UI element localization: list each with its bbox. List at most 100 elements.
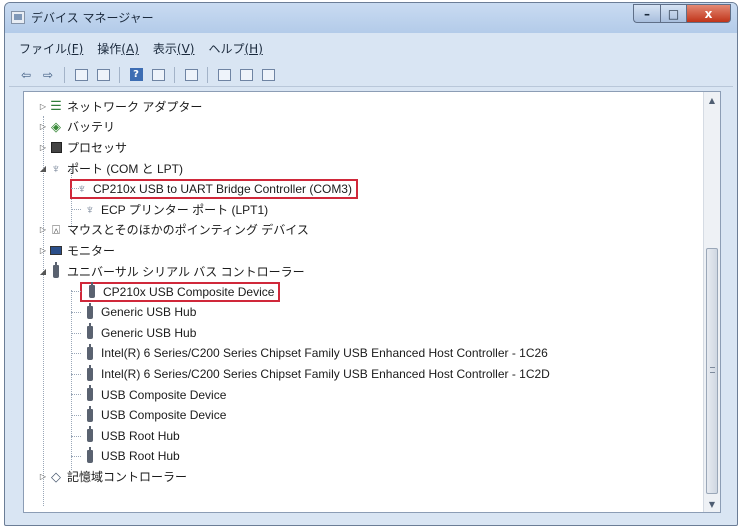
tree-category-monitors[interactable]: ▷ モニター <box>24 240 704 261</box>
uninstall-button[interactable] <box>237 66 255 84</box>
window-title: デバイス マネージャー <box>31 11 154 25</box>
menu-action-key: (A) <box>121 41 139 56</box>
tree-device-usb[interactable]: USB Composite Device <box>24 384 704 405</box>
tree-device-usb[interactable]: USB Root Hub <box>24 446 704 467</box>
vertical-scrollbar[interactable]: ▲ ▼ <box>703 92 720 512</box>
tree-item-label: バッテリ <box>67 120 116 135</box>
maximize-button[interactable]: □ <box>660 4 687 23</box>
help-icon: ? <box>129 68 143 81</box>
network-adapter-icon: ☰ <box>50 98 62 114</box>
close-button[interactable]: x <box>687 4 731 23</box>
tree-category-usb[interactable]: ◢ ユニバーサル シリアル バス コントローラー <box>24 261 704 282</box>
expand-arrow-icon[interactable]: ▷ <box>38 122 48 131</box>
expand-arrow-icon[interactable]: ▷ <box>38 246 48 255</box>
properties-icon <box>96 68 110 81</box>
tree-category-ports[interactable]: ◢ ♆ ポート (COM と LPT) <box>24 158 704 179</box>
tree-category-network[interactable]: ▷ ☰ ネットワーク アダプター <box>24 96 704 117</box>
tree-guide-line <box>71 291 81 293</box>
tree-item-label: USB Composite Device <box>101 387 227 402</box>
tree-guide-line <box>71 456 81 458</box>
menu-help-label: ヘルプ <box>208 41 245 56</box>
expand-arrow-icon[interactable]: ▷ <box>38 472 48 481</box>
tree-category-battery[interactable]: ▷ ◈ バッテリ <box>24 117 704 138</box>
tree-item-label: CP210x USB Composite Device <box>103 284 275 299</box>
tree-item-label: Intel(R) 6 Series/C200 Series Chipset Fa… <box>101 367 550 382</box>
tree-item-label: ポート (COM と LPT) <box>67 161 183 176</box>
tree-category-mice[interactable]: ▷ ⍓ マウスとそのほかのポインティング デバイス <box>24 220 704 241</box>
tree-guide-line <box>71 188 81 190</box>
tree-device-usb[interactable]: Intel(R) 6 Series/C200 Series Chipset Fa… <box>24 364 704 385</box>
properties-button[interactable] <box>94 66 112 84</box>
tree-guide-line <box>71 311 81 313</box>
toolbar-separator <box>207 66 208 83</box>
menu-help[interactable]: ヘルプ(H) <box>208 40 262 57</box>
tree-device-usb[interactable]: USB Composite Device <box>24 405 704 426</box>
port-icon: ♆ <box>51 160 61 176</box>
usb-icon <box>82 385 98 403</box>
help-button[interactable]: ? <box>127 66 145 84</box>
tree-item-label: Generic USB Hub <box>101 325 197 340</box>
tree-device-cp210x-composite[interactable]: CP210x USB Composite Device <box>24 281 704 302</box>
tree-item-label: マウスとそのほかのポインティング デバイス <box>67 223 309 238</box>
scan-hardware-button[interactable] <box>182 66 200 84</box>
expand-arrow-icon[interactable]: ▷ <box>38 102 48 111</box>
tree-device-usb[interactable]: Generic USB Hub <box>24 302 704 323</box>
device-tree: ▷ ☰ ネットワーク アダプター ▷ ◈ バッテリ ▷ プロセッサ ◢ ♆ ポー… <box>24 96 704 506</box>
collapse-arrow-icon[interactable]: ◢ <box>38 267 48 276</box>
tree-item-label: USB Root Hub <box>101 449 180 464</box>
forward-arrow-icon[interactable]: ⇨ <box>39 66 57 84</box>
menu-action[interactable]: 操作(A) <box>97 40 139 57</box>
tree-item-label: Intel(R) 6 Series/C200 Series Chipset Fa… <box>101 346 548 361</box>
tree-item-label: モニター <box>67 243 116 258</box>
tree-item-label: 記憶域コントローラー <box>67 470 188 485</box>
show-action-pane-button[interactable] <box>149 66 167 84</box>
uninstall-icon <box>239 68 253 81</box>
tree-guide-line <box>71 435 81 437</box>
usb-icon <box>48 261 64 279</box>
device-manager-window: デバイス マネージャー – □ x ファイル(F) 操作(A) 表示(V) ヘル… <box>4 2 738 526</box>
enable-device-button[interactable] <box>259 66 277 84</box>
tree-device-ecp-printer-port[interactable]: ♆ ECP プリンター ポート (LPT1) <box>24 199 704 220</box>
tree-guide-line <box>71 414 81 416</box>
scan-hardware-icon <box>184 68 198 81</box>
menu-file-label: ファイル <box>19 41 68 56</box>
tree-item-label: ユニバーサル シリアル バス コントローラー <box>67 264 305 279</box>
menu-file[interactable]: ファイル(F) <box>19 40 83 57</box>
storage-controller-icon: ◇ <box>51 468 61 484</box>
enable-device-icon <box>261 68 275 81</box>
usb-icon <box>82 364 98 382</box>
usb-icon <box>84 282 100 300</box>
device-tree-panel[interactable]: ▷ ☰ ネットワーク アダプター ▷ ◈ バッテリ ▷ プロセッサ ◢ ♆ ポー… <box>23 91 721 513</box>
toolbar: ⇦ ⇨ ? <box>9 63 733 87</box>
menu-view[interactable]: 表示(V) <box>153 40 195 57</box>
scroll-down-arrow-icon[interactable]: ▼ <box>704 496 720 512</box>
tree-category-storage[interactable]: ▷ ◇ 記憶域コントローラー <box>24 467 704 488</box>
highlight-box: ♆ CP210x USB to UART Bridge Controller (… <box>70 178 358 199</box>
tree-item-label: USB Root Hub <box>101 428 180 443</box>
tree-guide-line <box>71 373 81 375</box>
tree-device-cp210x-uart[interactable]: ♆ CP210x USB to UART Bridge Controller (… <box>24 178 704 199</box>
update-driver-button[interactable] <box>215 66 233 84</box>
show-hide-console-tree-button[interactable] <box>72 66 90 84</box>
usb-icon <box>82 323 98 341</box>
update-driver-icon <box>217 68 231 81</box>
tree-guide-line <box>71 208 81 210</box>
collapse-arrow-icon[interactable]: ◢ <box>38 164 48 173</box>
back-arrow-icon[interactable]: ⇦ <box>17 66 35 84</box>
tree-device-usb[interactable]: Intel(R) 6 Series/C200 Series Chipset Fa… <box>24 343 704 364</box>
tree-item-label: CP210x USB to UART Bridge Controller (CO… <box>93 181 352 196</box>
scrollbar-thumb[interactable] <box>706 248 718 494</box>
tree-item-label: プロセッサ <box>67 140 128 155</box>
menu-view-key: (V) <box>176 41 195 56</box>
tree-device-usb[interactable]: Generic USB Hub <box>24 323 704 344</box>
processor-icon <box>48 139 64 155</box>
expand-arrow-icon[interactable]: ▷ <box>38 225 48 234</box>
title-bar[interactable]: デバイス マネージャー – □ x <box>5 3 737 33</box>
mouse-icon: ⍓ <box>52 221 60 237</box>
minimize-button[interactable]: – <box>633 4 660 23</box>
scroll-up-arrow-icon[interactable]: ▲ <box>704 92 720 108</box>
highlight-box: CP210x USB Composite Device <box>80 281 281 302</box>
tree-category-processor[interactable]: ▷ プロセッサ <box>24 137 704 158</box>
tree-device-usb[interactable]: USB Root Hub <box>24 426 704 447</box>
expand-arrow-icon[interactable]: ▷ <box>38 143 48 152</box>
